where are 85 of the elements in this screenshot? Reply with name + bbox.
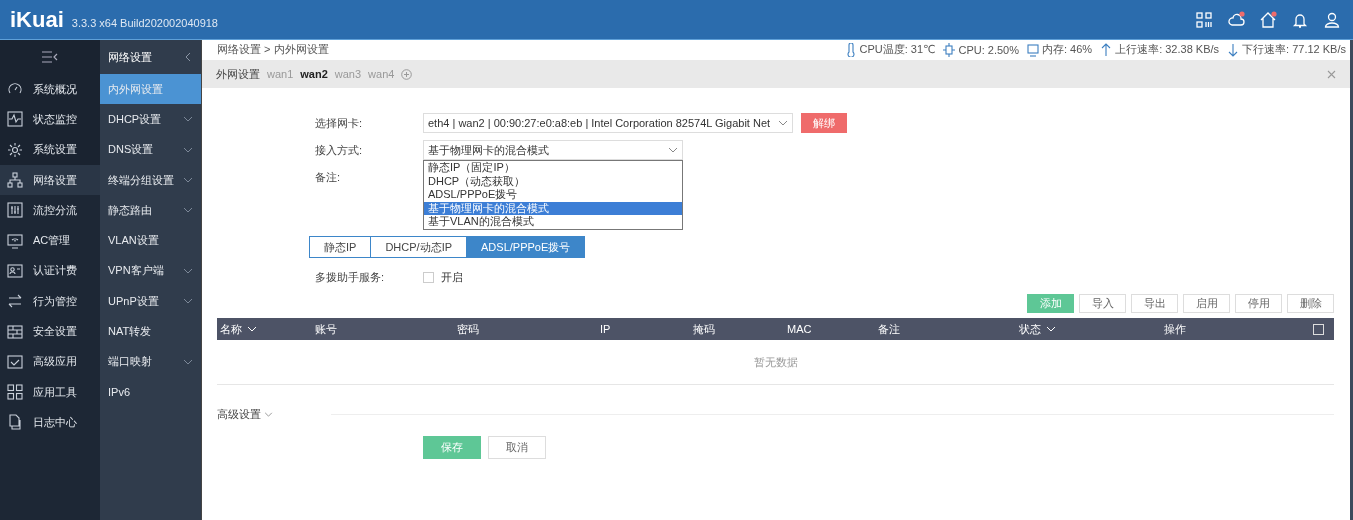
column-header[interactable]: 账号: [315, 321, 337, 337]
sidebar-item[interactable]: 网络设置: [0, 164, 100, 196]
monitor-icon: [7, 232, 23, 249]
toolbar-button[interactable]: 删除: [1287, 294, 1334, 313]
nic-select[interactable]: eth4 | wan2 | 00:90:27:e0:a8:eb | Intel Corporation 82574L Gigabit Net: [423, 113, 793, 133]
mode-tab[interactable]: ADSL/PPPoE拨号: [466, 236, 586, 258]
column-header[interactable]: 密码: [457, 321, 479, 337]
field-label: 多拨助手服务:: [315, 269, 386, 285]
monitor-icon: [1027, 42, 1039, 57]
submenu-item[interactable]: 静态路由: [100, 195, 201, 226]
checkbox-label: 开启: [441, 269, 463, 285]
field-label: 备注:: [315, 169, 342, 185]
column-header[interactable]: 名称: [220, 321, 257, 337]
arrows-icon: [7, 293, 23, 310]
submenu-item[interactable]: IPv6: [100, 376, 201, 408]
apps-icon: [7, 384, 23, 401]
advanced-toggle[interactable]: 高级设置: [217, 407, 261, 422]
chevron-down-icon: [1046, 326, 1056, 332]
sidebar-item[interactable]: 系统概况: [0, 74, 100, 105]
mode-select[interactable]: 基于物理网卡的混合模式: [423, 140, 683, 160]
dropdown-option[interactable]: 静态IP（固定IP）: [424, 161, 682, 175]
stat-text: CPU温度: 31℃: [859, 42, 936, 57]
submenu-title: 网络设置: [108, 49, 152, 65]
document-icon: [7, 414, 23, 431]
grid-icon: [7, 323, 23, 340]
submenu-item[interactable]: NAT转发: [100, 316, 201, 347]
column-header[interactable]: 掩码: [693, 321, 715, 337]
cancel-button[interactable]: 取消: [488, 436, 546, 459]
empty-text: 暂无数据: [753, 354, 798, 370]
mode-tab[interactable]: 静态IP: [309, 236, 372, 258]
select-all-checkbox[interactable]: [1313, 323, 1324, 335]
calendar-check-icon: [7, 353, 23, 370]
chevron-down-icon: [264, 412, 273, 417]
column-header[interactable]: 备注: [878, 321, 900, 337]
dropdown-option[interactable]: 基于VLAN的混合模式: [424, 215, 682, 229]
version-text: 3.3.3 x64 Build202002040918: [71, 16, 218, 29]
stat-text: 内存: 46%: [1042, 42, 1093, 57]
thermometer-icon: [844, 42, 857, 57]
submenu-item[interactable]: 终端分组设置: [100, 164, 201, 196]
stat-text: 上行速率: 32.38 KB/s: [1115, 42, 1220, 57]
menu-icon[interactable]: [41, 50, 59, 64]
column-header[interactable]: MAC: [787, 323, 812, 335]
submenu-item[interactable]: VLAN设置: [100, 225, 201, 256]
column-header[interactable]: 状态: [1019, 321, 1056, 337]
cloud-icon[interactable]: [1227, 10, 1245, 29]
stat-text: 下行速率: 77.12 KB/s: [1242, 42, 1346, 57]
stat-text: CPU: 2.50%: [958, 43, 1019, 56]
sliders-icon: [7, 202, 23, 219]
tab[interactable]: 外网设置: [216, 66, 260, 82]
toolbar-button[interactable]: 导入: [1079, 294, 1126, 313]
submenu-item[interactable]: 端口映射: [100, 346, 201, 377]
submenu-item[interactable]: DHCP设置: [100, 104, 201, 135]
dropdown-option[interactable]: ADSL/PPPoE拨号: [424, 188, 682, 202]
column-header[interactable]: 操作: [1164, 321, 1186, 337]
up-arrow-icon: [1100, 42, 1113, 57]
gear-icon: [7, 141, 23, 158]
apps-icon[interactable]: [1195, 10, 1213, 29]
submenu-item[interactable]: DNS设置: [100, 134, 201, 165]
collapse-icon[interactable]: [185, 52, 191, 62]
submenu-item[interactable]: VPN客户端: [100, 255, 201, 287]
logo: iKuai: [10, 6, 64, 33]
breadcrumb: 网络设置 > 内外网设置: [217, 42, 329, 57]
down-arrow-icon: [1227, 42, 1240, 57]
id-card-icon: [7, 262, 23, 279]
submenu-item[interactable]: UPnP设置: [100, 286, 201, 317]
chevron-down-icon: [778, 120, 788, 126]
sidebar-item[interactable]: 系统设置: [0, 134, 100, 165]
chevron-down-icon: [668, 147, 678, 153]
network-icon: [7, 172, 23, 189]
chevron-down-icon: [247, 326, 257, 332]
dropdown-option[interactable]: DHCP（动态获取）: [424, 174, 682, 188]
field-label: 接入方式:: [315, 142, 364, 158]
field-label: 选择网卡:: [315, 115, 364, 131]
toolbar-button[interactable]: 启用: [1183, 294, 1230, 313]
pulse-icon: [7, 111, 23, 128]
tab[interactable]: wan2: [300, 68, 328, 80]
checkbox[interactable]: [423, 271, 434, 283]
house-icon[interactable]: [1259, 10, 1277, 29]
toolbar-button[interactable]: 导出: [1131, 294, 1178, 313]
chip-icon: [943, 42, 956, 57]
user-icon[interactable]: [1323, 10, 1341, 29]
dropdown-option[interactable]: 基于物理网卡的混合模式: [424, 201, 682, 215]
column-header[interactable]: IP: [600, 323, 611, 335]
sidebar-item[interactable]: 状态监控: [0, 104, 100, 135]
toolbar-button[interactable]: 停用: [1235, 294, 1282, 313]
